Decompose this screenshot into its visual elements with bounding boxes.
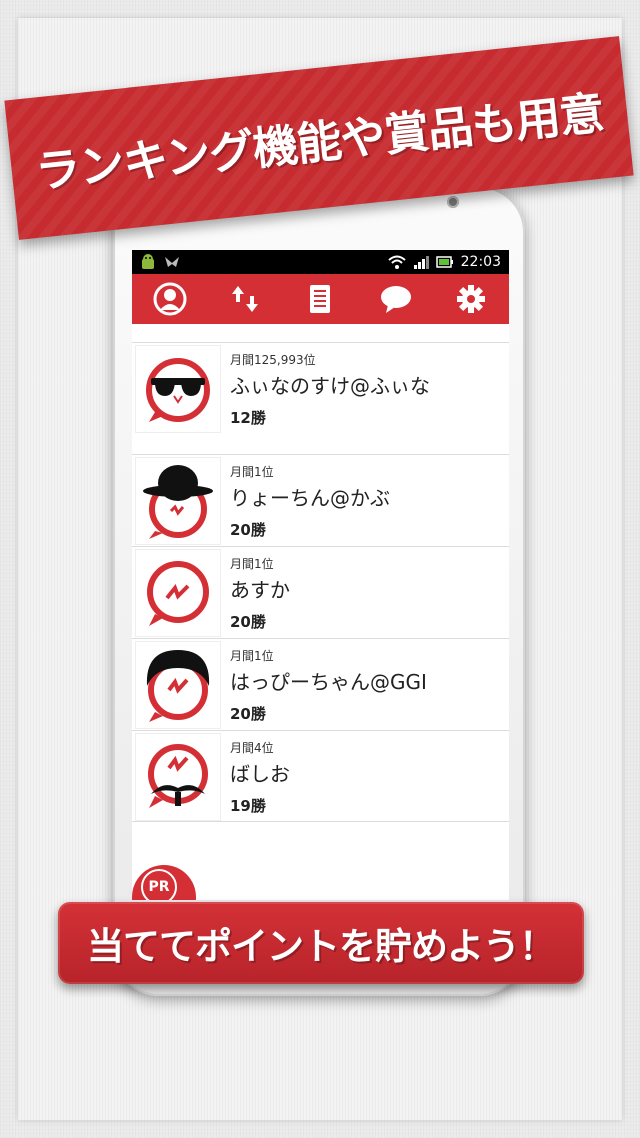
promo-banner-bottom: 当ててポイントを貯めよう！ [58,902,584,984]
user-name: りょーちん@かぶ [230,486,390,510]
user-name: あすか [230,578,290,602]
pr-label: PR [141,869,177,900]
status-bar: 22:03 [132,250,509,274]
list-item[interactable]: 月間1位 りょーちん@かぶ 20勝 [132,454,509,546]
list-item[interactable]: 月間4位 ばしお 19勝 [132,730,509,822]
app-toolbar [132,274,509,324]
chat-icon [380,286,411,313]
list-item[interactable]: 月間1位 あすか 20勝 [132,546,509,638]
tab-list[interactable] [300,279,340,319]
rank-label: 月間125,993位 [230,353,316,367]
pr-button[interactable]: PR [132,865,196,900]
tab-chat[interactable] [376,279,416,319]
wins-count: 19勝 [230,797,266,815]
signal-icon [413,256,429,269]
rank-label: 月間1位 [230,649,274,663]
tab-sort[interactable] [225,279,265,319]
avatar [136,734,220,820]
wins-count: 20勝 [230,521,266,539]
tab-settings[interactable] [451,279,491,319]
notification-icon [165,257,179,267]
rank-label: 月間1位 [230,557,274,571]
plain-face-icon [147,561,209,626]
rank-label: 月間1位 [230,465,274,479]
phone-camera [447,196,459,208]
avatar [136,642,220,728]
profile-icon [153,282,187,316]
user-name: はっぴーちゃん@GGI [230,670,427,694]
settings-icon [457,285,486,313]
android-icon [142,254,154,269]
list-item[interactable]: 月間125,993位 ふぃなのすけ@ふぃな 12勝 [132,342,509,434]
hair-face-icon [146,650,210,722]
hat-face-icon [143,465,213,539]
wins-count: 20勝 [230,705,266,723]
status-time: 22:03 [460,254,501,270]
avatar [136,550,220,636]
avatar [136,346,220,432]
phone-screen: 22:03 月間125,993位 ふぃなのすけ@ふぃな 12勝 月間1位 りょー… [132,250,509,900]
user-name: ふぃなのすけ@ふぃな [230,374,430,398]
sunglasses-face-icon [146,358,210,422]
tab-profile[interactable] [150,279,190,319]
ranking-list: 月間125,993位 ふぃなのすけ@ふぃな 12勝 月間1位 りょーちん@かぶ … [132,342,509,822]
wins-count: 12勝 [230,409,266,427]
list-item[interactable]: 月間1位 はっぴーちゃん@GGI 20勝 [132,638,509,730]
avatar [136,458,220,544]
user-name: ばしお [230,762,290,786]
wins-count: 20勝 [230,613,266,631]
rank-label: 月間4位 [230,741,274,755]
wifi-icon [387,255,406,269]
battery-icon [435,256,453,268]
promo-headline: ランキング機能や賞品も用意 [32,85,606,199]
promo-tagline: 当ててポイントを貯めよう！ [87,925,556,968]
sort-icon [232,286,259,312]
list-icon [310,285,331,313]
mustache-face-icon [148,744,208,808]
